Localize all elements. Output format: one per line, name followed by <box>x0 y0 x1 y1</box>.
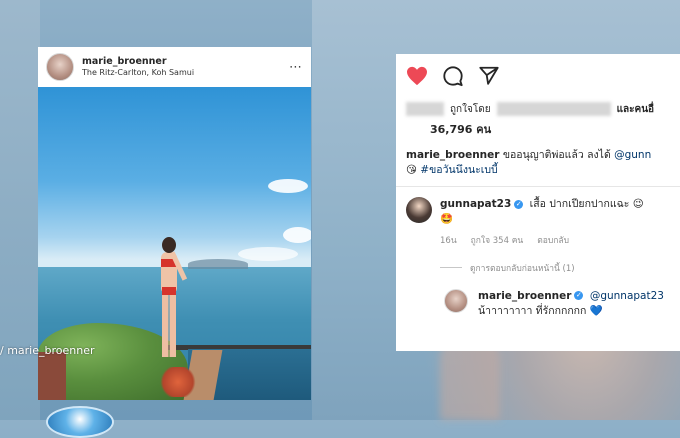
verified-badge-icon: ✓ <box>574 291 584 301</box>
comment-username[interactable]: gunnapat23 <box>440 198 511 210</box>
post-username[interactable]: marie_broenner <box>82 56 194 68</box>
caption: marie_broenner ขออนุญาติพ่อแล้ว ลงได้ @g… <box>396 138 680 178</box>
caption-hashtag[interactable]: #ขอวันนึงนะเบบี้ <box>420 164 497 176</box>
reply-body: marie_broenner ✓ @gunnapat23 น้าาาาาาาา ท… <box>478 289 664 319</box>
caption-emoji: 😘 <box>406 164 417 177</box>
liked-by-label: ถูกใจโดย <box>450 103 491 115</box>
comment-likes[interactable]: ถูกใจ 354 คน <box>471 233 524 247</box>
likes-row: ถูกใจโดย และคนอื่ <box>396 100 680 118</box>
channel-logo <box>46 406 114 438</box>
cloud <box>238 247 298 261</box>
comment-icon[interactable] <box>442 65 464 87</box>
comment-emoji-line2: 🤩 <box>440 213 454 226</box>
cloud <box>268 179 308 193</box>
cloud <box>283 227 311 243</box>
replies-line <box>440 267 462 269</box>
caption-username[interactable]: marie_broenner <box>406 149 499 161</box>
comment-emoji: 😉 <box>632 198 644 211</box>
wall <box>38 352 66 400</box>
reply-username[interactable]: marie_broenner <box>478 290 571 302</box>
post-location[interactable]: The Ritz-Carlton, Koh Samui <box>82 68 194 77</box>
blue-heart-emoji: 💙 <box>589 305 603 318</box>
reply: marie_broenner ✓ @gunnapat23 น้าาาาาาาา ท… <box>396 275 680 319</box>
post-meta: marie_broenner The Ritz-Carlton, Koh Sam… <box>82 56 194 77</box>
view-replies[interactable]: ดูการตอบกลับก่อนหน้านี้ (1) <box>396 261 680 275</box>
background-left <box>0 0 40 420</box>
post-header: marie_broenner The Ritz-Carlton, Koh Sam… <box>38 47 311 87</box>
person <box>156 237 188 357</box>
view-replies-label[interactable]: ดูการตอบกลับก่อนหน้านี้ (1) <box>470 261 575 275</box>
caption-mention[interactable]: @gunn <box>614 149 651 161</box>
more-options-icon[interactable]: ⋯ <box>289 60 303 75</box>
comment-text: เสื้อ ปากเปียกปากแฉะ <box>529 198 630 211</box>
share-icon[interactable] <box>478 65 500 87</box>
comment: gunnapat23 ✓ เสื้อ ปากเปียกปากแฉะ 😉 🤩 <box>396 187 680 226</box>
likes-count[interactable]: 36,796 คน <box>396 120 680 138</box>
liked-by-others[interactable]: และคนอื่ <box>617 102 654 117</box>
caption-text: ขออนุญาติพ่อแล้ว ลงได้ <box>502 149 611 161</box>
watermark: / marie_broenner <box>0 344 95 357</box>
avatar[interactable] <box>46 53 74 81</box>
blurred-username <box>496 102 611 116</box>
action-bar <box>396 54 680 98</box>
comments-panel: ถูกใจโดย และคนอื่ 36,796 คน marie_broenn… <box>396 54 680 351</box>
comment-meta: 16น ถูกใจ 354 คน ตอบกลับ <box>396 233 680 247</box>
flowers <box>158 367 198 397</box>
heart-icon[interactable] <box>406 66 428 86</box>
reply-button[interactable]: ตอบกลับ <box>537 233 569 247</box>
comment-time: 16น <box>440 235 457 246</box>
comment-avatar[interactable] <box>406 197 432 224</box>
blurred-avatar <box>406 102 444 116</box>
verified-badge-icon: ✓ <box>514 199 524 209</box>
reply-avatar[interactable] <box>444 288 468 313</box>
reply-mention[interactable]: @gunnapat23 <box>590 290 664 302</box>
comment-body: gunnapat23 ✓ เสื้อ ปากเปียกปากแฉะ 😉 🤩 <box>440 197 644 226</box>
reply-text: น้าาาาาาาา ที่รักกกกกก <box>478 305 587 318</box>
island <box>188 259 248 269</box>
